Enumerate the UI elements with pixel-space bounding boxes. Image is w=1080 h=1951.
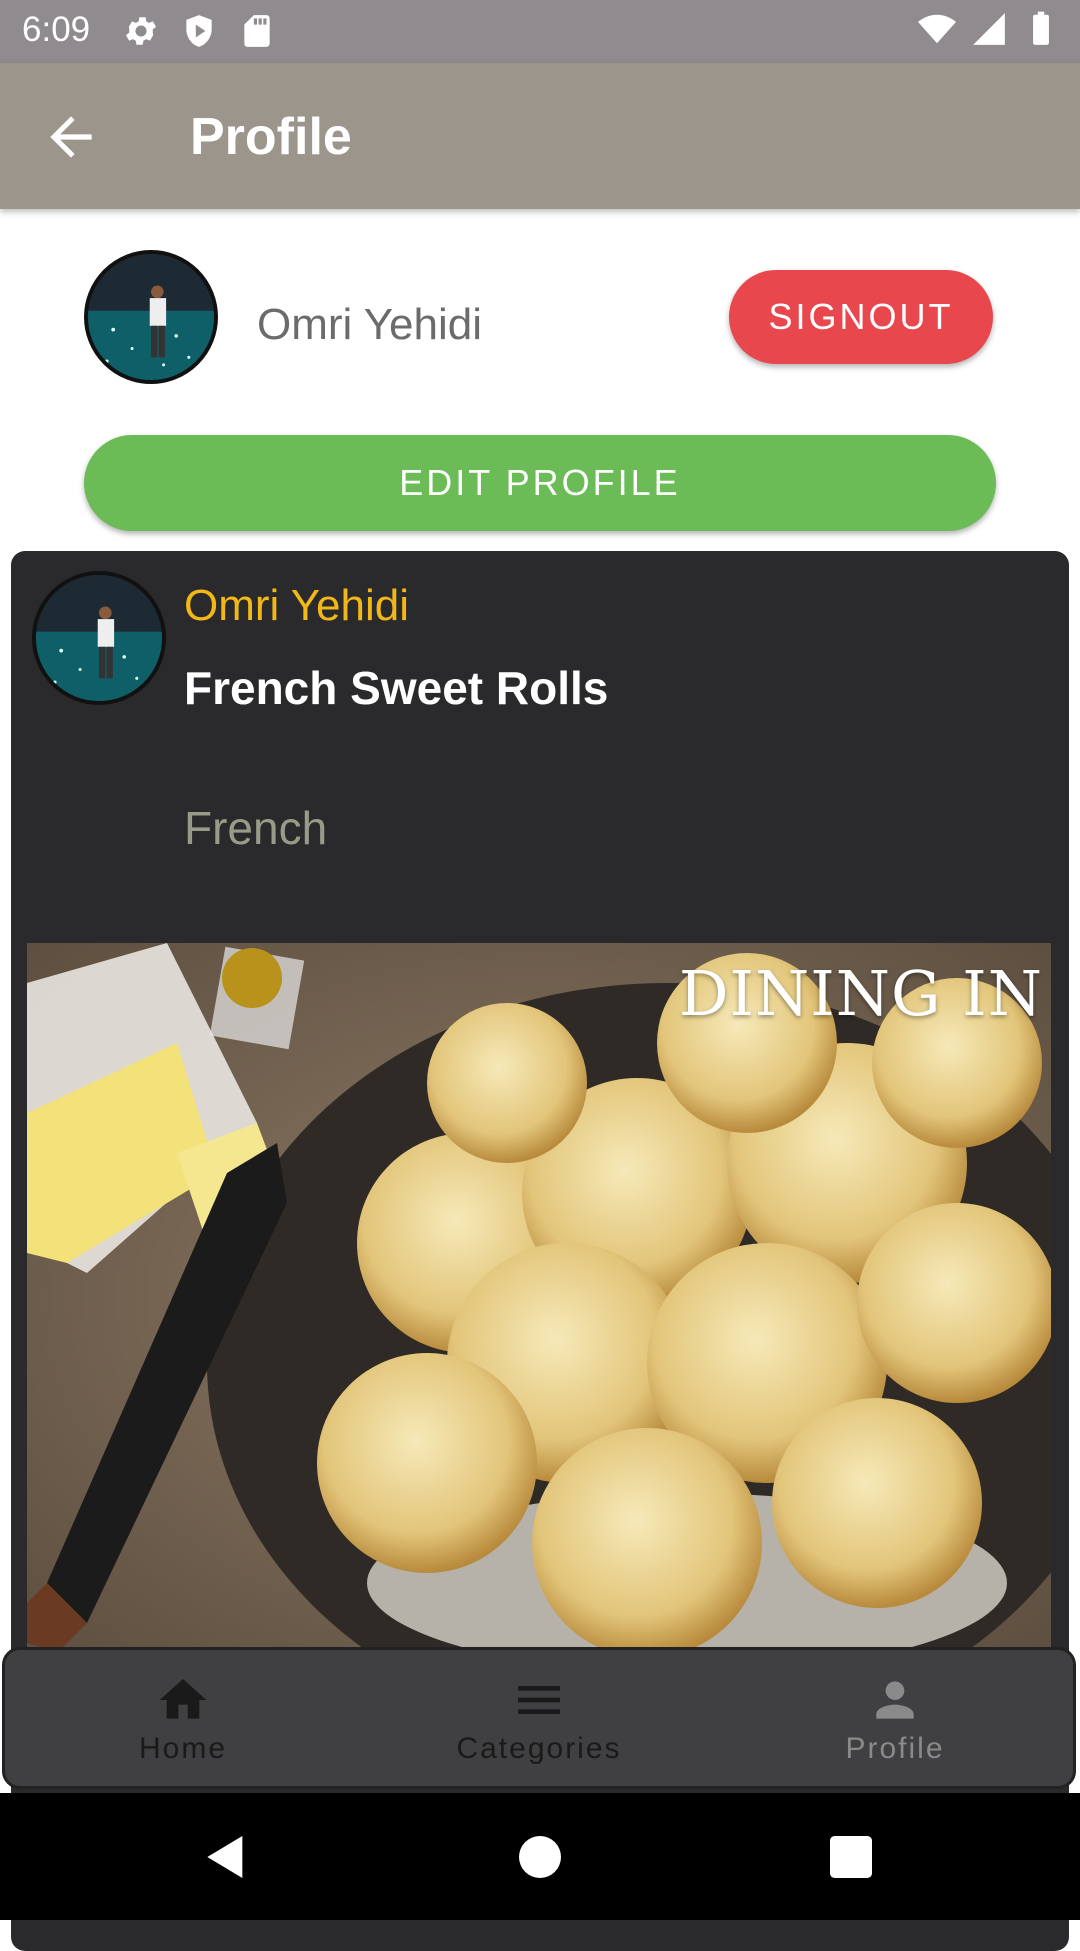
sd-card-icon [244, 15, 270, 47]
system-nav-bar [0, 1793, 1080, 1920]
recipe-title: French Sweet Rolls [184, 662, 609, 714]
nav-profile-label: Profile [845, 1732, 945, 1765]
bottom-nav: Home Categories Profile [2, 1647, 1076, 1789]
system-back-icon[interactable] [198, 1829, 254, 1885]
system-home-icon[interactable] [512, 1829, 568, 1885]
recipe-cuisine: French [184, 802, 328, 854]
image-overlay-text: DINING IN [678, 957, 1043, 1030]
shield-icon [186, 15, 212, 47]
system-recents-icon[interactable] [823, 1829, 879, 1885]
wifi-icon [918, 14, 956, 44]
recipe-image[interactable]: DINING IN [27, 943, 1051, 1653]
status-right-icons [918, 10, 1060, 48]
status-left-icons [122, 12, 276, 50]
edit-profile-button[interactable]: EDIT PROFILE [84, 435, 996, 531]
nav-categories-label: Categories [456, 1732, 622, 1765]
page-title: Profile [190, 108, 352, 166]
recipe-author: Omri Yehidi [184, 581, 410, 630]
user-name: Omri Yehidi [257, 300, 483, 349]
recipe-author-avatar [32, 571, 166, 705]
status-time: 6:09 [22, 10, 91, 49]
signout-button[interactable]: SIGNOUT [729, 270, 993, 364]
nav-profile[interactable]: Profile [717, 1650, 1073, 1786]
menu-icon [518, 1686, 560, 1714]
signal-icon [973, 13, 1005, 45]
person-icon [876, 1681, 914, 1719]
home-icon [159, 1679, 207, 1719]
battery-icon [1033, 11, 1049, 45]
status-bar: 6:09 [0, 0, 1080, 63]
app-bar: Profile [0, 63, 1080, 209]
profile-avatar [84, 250, 218, 384]
settings-icon [125, 17, 157, 45]
nav-home-label: Home [138, 1732, 228, 1765]
nav-home[interactable]: Home [5, 1650, 361, 1786]
recipe-photo [27, 943, 1051, 1653]
back-arrow-icon[interactable] [40, 106, 102, 168]
nav-categories[interactable]: Categories [361, 1650, 717, 1786]
